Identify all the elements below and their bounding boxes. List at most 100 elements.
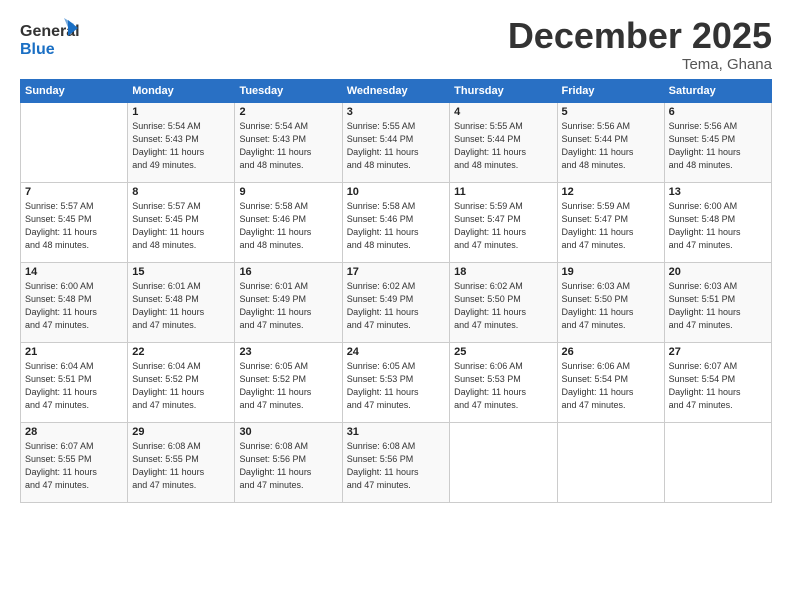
header-monday: Monday (128, 80, 235, 103)
day-info: Sunrise: 5:54 AMSunset: 5:43 PMDaylight:… (132, 120, 230, 172)
table-row: 15 Sunrise: 6:01 AMSunset: 5:48 PMDayligh… (128, 263, 235, 343)
day-info: Sunrise: 5:58 AMSunset: 5:46 PMDaylight:… (239, 200, 337, 252)
day-number: 19 (562, 266, 660, 278)
day-number: 31 (347, 426, 445, 438)
table-row (664, 423, 771, 503)
day-info: Sunrise: 6:03 AMSunset: 5:51 PMDaylight:… (669, 280, 767, 332)
day-number: 13 (669, 186, 767, 198)
day-number: 6 (669, 106, 767, 118)
day-number: 29 (132, 426, 230, 438)
day-info: Sunrise: 6:07 AMSunset: 5:54 PMDaylight:… (669, 360, 767, 412)
table-row: 19 Sunrise: 6:03 AMSunset: 5:50 PMDayligh… (557, 263, 664, 343)
day-info: Sunrise: 6:06 AMSunset: 5:54 PMDaylight:… (562, 360, 660, 412)
header-thursday: Thursday (450, 80, 557, 103)
table-row (557, 423, 664, 503)
day-info: Sunrise: 5:55 AMSunset: 5:44 PMDaylight:… (454, 120, 552, 172)
day-info: Sunrise: 6:05 AMSunset: 5:53 PMDaylight:… (347, 360, 445, 412)
day-info: Sunrise: 6:07 AMSunset: 5:55 PMDaylight:… (25, 440, 123, 492)
table-row: 21 Sunrise: 6:04 AMSunset: 5:51 PMDayligh… (21, 343, 128, 423)
day-info: Sunrise: 5:56 AMSunset: 5:44 PMDaylight:… (562, 120, 660, 172)
table-row: 26 Sunrise: 6:06 AMSunset: 5:54 PMDayligh… (557, 343, 664, 423)
day-info: Sunrise: 6:08 AMSunset: 5:55 PMDaylight:… (132, 440, 230, 492)
table-row: 12 Sunrise: 5:59 AMSunset: 5:47 PMDayligh… (557, 183, 664, 263)
table-row: 29 Sunrise: 6:08 AMSunset: 5:55 PMDayligh… (128, 423, 235, 503)
day-info: Sunrise: 6:08 AMSunset: 5:56 PMDaylight:… (239, 440, 337, 492)
day-info: Sunrise: 6:04 AMSunset: 5:51 PMDaylight:… (25, 360, 123, 412)
table-row: 5 Sunrise: 5:56 AMSunset: 5:44 PMDaylight… (557, 103, 664, 183)
day-number: 5 (562, 106, 660, 118)
day-number: 20 (669, 266, 767, 278)
day-info: Sunrise: 5:56 AMSunset: 5:45 PMDaylight:… (669, 120, 767, 172)
day-number: 28 (25, 426, 123, 438)
month-title: December 2025 (508, 18, 772, 54)
table-row: 14Sunrise: 6:00 AMSunset: 5:48 PMDayligh… (21, 263, 128, 343)
table-row: 24 Sunrise: 6:05 AMSunset: 5:53 PMDayligh… (342, 343, 449, 423)
day-number: 24 (347, 346, 445, 358)
calendar-week-row: 1Sunrise: 5:54 AMSunset: 5:43 PMDaylight… (21, 103, 772, 183)
calendar-week-row: 28 Sunrise: 6:07 AMSunset: 5:55 PMDayligh… (21, 423, 772, 503)
day-number: 22 (132, 346, 230, 358)
day-number: 26 (562, 346, 660, 358)
table-row: 23Sunrise: 6:05 AMSunset: 5:52 PMDayligh… (235, 343, 342, 423)
day-info: Sunrise: 6:01 AMSunset: 5:48 PMDaylight:… (132, 280, 230, 332)
table-row: 28 Sunrise: 6:07 AMSunset: 5:55 PMDayligh… (21, 423, 128, 503)
day-number: 11 (454, 186, 552, 198)
calendar-week-row: 7Sunrise: 5:57 AMSunset: 5:45 PMDaylight… (21, 183, 772, 263)
header: GeneralBlue December 2025 Tema, Ghana (20, 18, 772, 73)
table-row: 27 Sunrise: 6:07 AMSunset: 5:54 PMDayligh… (664, 343, 771, 423)
day-number: 27 (669, 346, 767, 358)
table-row: 31 Sunrise: 6:08 AMSunset: 5:56 PMDayligh… (342, 423, 449, 503)
day-info: Sunrise: 5:59 AMSunset: 5:47 PMDaylight:… (562, 200, 660, 252)
table-row: 10Sunrise: 5:58 AMSunset: 5:46 PMDayligh… (342, 183, 449, 263)
calendar-week-row: 14Sunrise: 6:00 AMSunset: 5:48 PMDayligh… (21, 263, 772, 343)
header-sunday: Sunday (21, 80, 128, 103)
table-row: 30Sunrise: 6:08 AMSunset: 5:56 PMDayligh… (235, 423, 342, 503)
day-number: 9 (239, 186, 337, 198)
table-row: 7Sunrise: 5:57 AMSunset: 5:45 PMDaylight… (21, 183, 128, 263)
day-number: 18 (454, 266, 552, 278)
day-number: 8 (132, 186, 230, 198)
logo-icon: GeneralBlue (20, 18, 80, 62)
table-row: 6 Sunrise: 5:56 AMSunset: 5:45 PMDaylight… (664, 103, 771, 183)
calendar-table: Sunday Monday Tuesday Wednesday Thursday… (20, 79, 772, 503)
day-number: 21 (25, 346, 123, 358)
day-info: Sunrise: 5:55 AMSunset: 5:44 PMDaylight:… (347, 120, 445, 172)
day-number: 2 (239, 106, 337, 118)
table-row: 11 Sunrise: 5:59 AMSunset: 5:47 PMDayligh… (450, 183, 557, 263)
page: GeneralBlue December 2025 Tema, Ghana Su… (0, 0, 792, 612)
day-info: Sunrise: 6:00 AMSunset: 5:48 PMDaylight:… (669, 200, 767, 252)
logo: GeneralBlue (20, 18, 80, 62)
svg-text:Blue: Blue (20, 41, 55, 58)
table-row: 9 Sunrise: 5:58 AMSunset: 5:46 PMDaylight… (235, 183, 342, 263)
day-number: 3 (347, 106, 445, 118)
table-row: 8Sunrise: 5:57 AMSunset: 5:45 PMDaylight… (128, 183, 235, 263)
day-info: Sunrise: 6:05 AMSunset: 5:52 PMDaylight:… (239, 360, 337, 412)
day-info: Sunrise: 6:08 AMSunset: 5:56 PMDaylight:… (347, 440, 445, 492)
table-row: 18 Sunrise: 6:02 AMSunset: 5:50 PMDayligh… (450, 263, 557, 343)
header-wednesday: Wednesday (342, 80, 449, 103)
day-info: Sunrise: 6:04 AMSunset: 5:52 PMDaylight:… (132, 360, 230, 412)
day-info: Sunrise: 5:59 AMSunset: 5:47 PMDaylight:… (454, 200, 552, 252)
day-info: Sunrise: 6:03 AMSunset: 5:50 PMDaylight:… (562, 280, 660, 332)
table-row: 17 Sunrise: 6:02 AMSunset: 5:49 PMDayligh… (342, 263, 449, 343)
calendar-week-row: 21 Sunrise: 6:04 AMSunset: 5:51 PMDayligh… (21, 343, 772, 423)
day-info: Sunrise: 6:02 AMSunset: 5:50 PMDaylight:… (454, 280, 552, 332)
day-info: Sunrise: 5:54 AMSunset: 5:43 PMDaylight:… (239, 120, 337, 172)
day-number: 15 (132, 266, 230, 278)
day-info: Sunrise: 6:06 AMSunset: 5:53 PMDaylight:… (454, 360, 552, 412)
day-number: 17 (347, 266, 445, 278)
day-number: 25 (454, 346, 552, 358)
table-row: 20 Sunrise: 6:03 AMSunset: 5:51 PMDayligh… (664, 263, 771, 343)
day-info: Sunrise: 6:02 AMSunset: 5:49 PMDaylight:… (347, 280, 445, 332)
day-number: 4 (454, 106, 552, 118)
table-row: 2 Sunrise: 5:54 AMSunset: 5:43 PMDaylight… (235, 103, 342, 183)
table-row (21, 103, 128, 183)
calendar-header-row: Sunday Monday Tuesday Wednesday Thursday… (21, 80, 772, 103)
day-info: Sunrise: 5:57 AMSunset: 5:45 PMDaylight:… (25, 200, 123, 252)
header-friday: Friday (557, 80, 664, 103)
day-number: 12 (562, 186, 660, 198)
table-row: 1Sunrise: 5:54 AMSunset: 5:43 PMDaylight… (128, 103, 235, 183)
table-row: 4 Sunrise: 5:55 AMSunset: 5:44 PMDaylight… (450, 103, 557, 183)
title-block: December 2025 Tema, Ghana (508, 18, 772, 73)
table-row: 25 Sunrise: 6:06 AMSunset: 5:53 PMDayligh… (450, 343, 557, 423)
